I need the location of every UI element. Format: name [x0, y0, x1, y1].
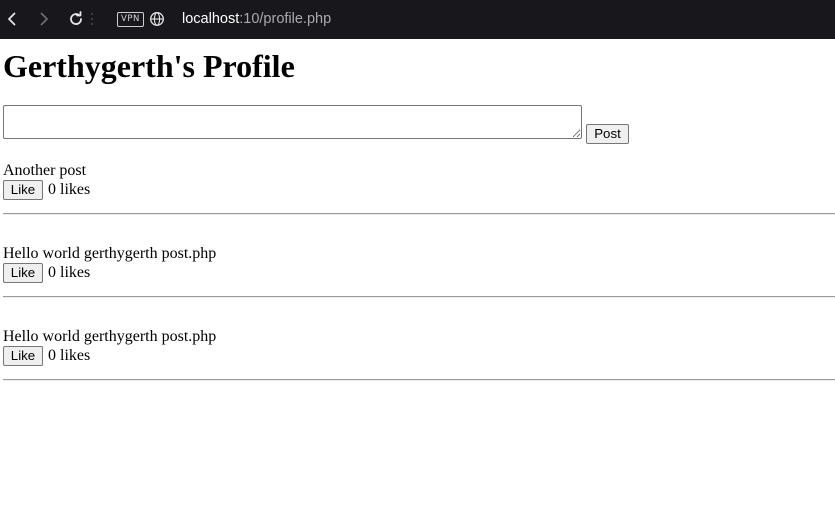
globe-icon[interactable] — [147, 9, 167, 29]
post-text: Another post — [3, 162, 87, 179]
likes-count: 0 likes — [48, 263, 90, 282]
likes-number: 0 — [48, 264, 56, 281]
post-button[interactable]: Post — [586, 124, 629, 144]
post-input[interactable] — [3, 105, 582, 139]
vpn-badge[interactable]: VPN — [117, 12, 144, 27]
likes-number: 0 — [48, 347, 56, 364]
likes-number: 0 — [48, 181, 56, 198]
like-button[interactable]: Like — [3, 180, 43, 200]
page-title: Gerthygerth's Profile — [3, 48, 295, 84]
page-content: Gerthygerth's Profile Post Another post … — [0, 39, 835, 525]
back-icon[interactable] — [2, 9, 22, 29]
likes-label: likes — [60, 347, 91, 364]
likes-count: 0 likes — [48, 346, 90, 365]
divider — [3, 213, 835, 215]
likes-label: likes — [60, 181, 91, 198]
address-bar[interactable]: localhost:10/profile.php — [182, 10, 331, 28]
reload-icon[interactable] — [66, 9, 86, 29]
likes-label: likes — [60, 264, 91, 281]
menu-dots-icon[interactable] — [89, 9, 95, 29]
like-button[interactable]: Like — [3, 263, 43, 283]
url-path: :10/profile.php — [239, 11, 332, 27]
browser-toolbar: VPN localhost:10/profile.php — [0, 0, 835, 39]
url-host: localhost — [182, 11, 240, 27]
like-button[interactable]: Like — [3, 346, 43, 366]
forward-icon[interactable] — [34, 9, 54, 29]
post-text: Hello world gerthygerth post.php — [3, 245, 217, 262]
divider — [3, 296, 835, 298]
divider — [3, 379, 835, 381]
post-text: Hello world gerthygerth post.php — [3, 328, 217, 345]
likes-count: 0 likes — [48, 180, 90, 199]
